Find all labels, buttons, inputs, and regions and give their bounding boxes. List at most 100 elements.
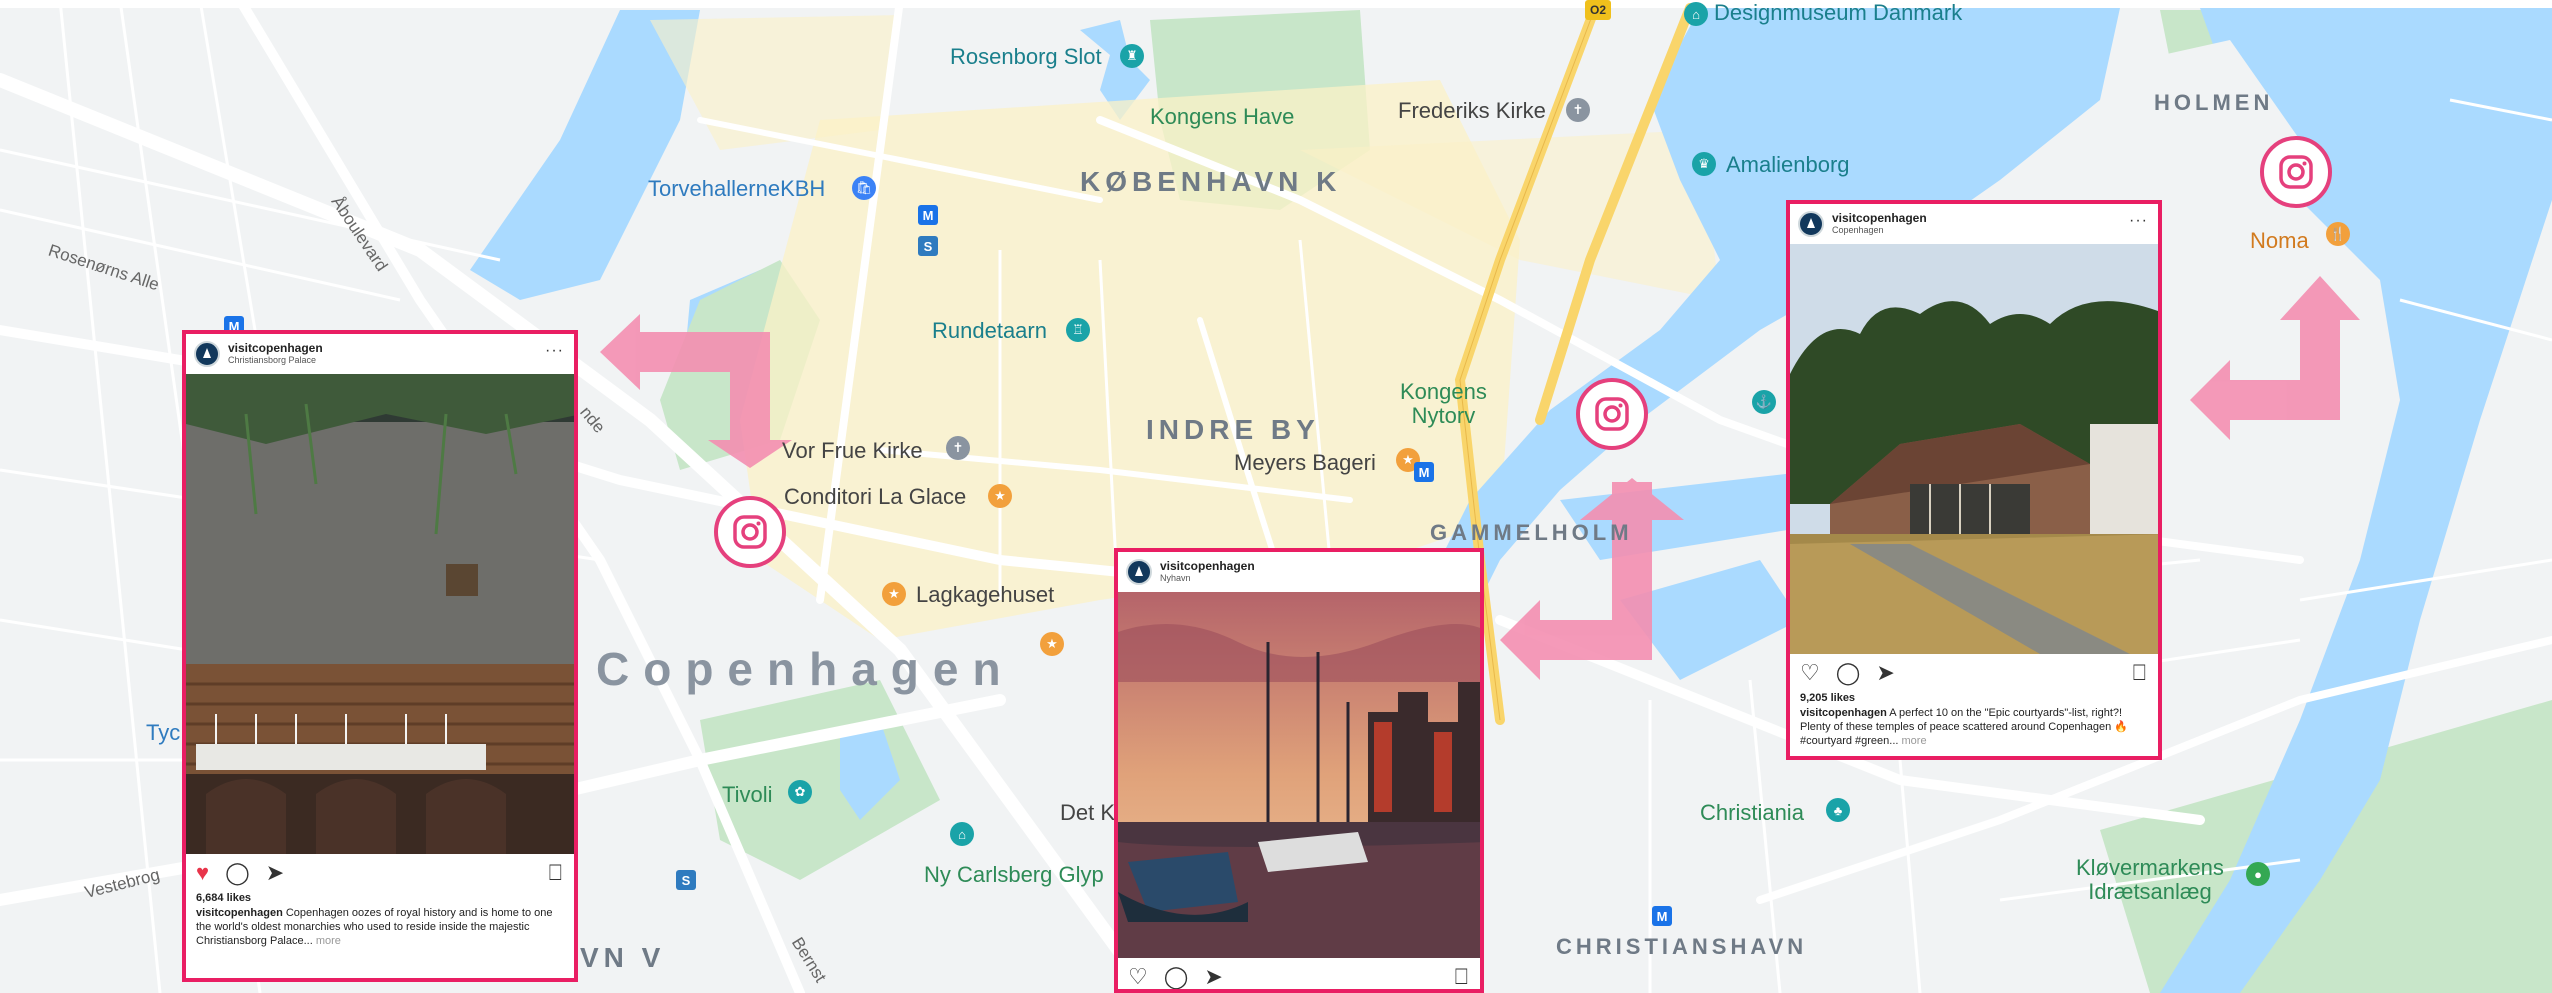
district-christianshavn-label: CHRISTIANSHAVN [1556,934,1808,959]
boat-icon[interactable]: ⚓ [1752,390,1776,414]
comment-icon[interactable]: ◯ [1836,662,1861,684]
post-location[interactable]: Copenhagen [1832,225,1927,236]
share-icon[interactable]: ➤ [266,862,284,884]
post-username[interactable]: visitcopenhagen [1832,212,1927,225]
more-options-icon[interactable]: ··· [2129,212,2148,230]
post-photo[interactable] [1118,592,1480,958]
metro-icon[interactable]: M [1414,462,1434,482]
comment-icon[interactable]: ◯ [1164,966,1189,988]
post-photo[interactable] [186,374,574,854]
avatar[interactable] [1126,559,1152,585]
post-username[interactable]: visitcopenhagen [1160,560,1255,573]
poi-det-k-label: Det K [1060,800,1116,825]
poi-torvehallerne[interactable]: TorvehallerneKBH [648,176,825,202]
post-caption: visitcopenhagen Copenhagen oozes of roya… [186,904,574,948]
metro-icon[interactable]: M [918,205,938,225]
poi-vor-frue[interactable]: Vor Frue Kirke [782,438,923,464]
poi-ny-carlsberg[interactable]: Ny Carlsberg Glyp [924,862,1104,888]
cafe-icon[interactable]: ★ [1040,632,1064,656]
post-likes[interactable]: 9,205 likes [1790,692,2158,704]
castle-icon[interactable]: ♜ [1120,44,1144,68]
instagram-post-courtyard[interactable]: visitcopenhagen Copenhagen ··· ♡ ◯ ➤ ⎕ 9… [1786,200,2162,760]
bookmark-icon[interactable]: ⎕ [2133,662,2146,684]
instagram-icon [1595,397,1629,431]
share-icon[interactable]: ➤ [1876,662,1894,684]
palace-icon[interactable]: ♛ [1692,152,1716,176]
cafe-icon[interactable]: ★ [988,484,1012,508]
district-kobenhavn-k: KØBENHAVN K [1080,166,1341,198]
poi-christiania[interactable]: Christiania [1700,800,1804,826]
train-icon[interactable]: S [676,870,696,890]
poi-meyers[interactable]: Meyers Bageri [1234,450,1376,476]
caption-username[interactable]: visitcopenhagen [196,907,283,919]
instagram-post-nyhavn[interactable]: visitcopenhagen Nyhavn ♡ ◯ ➤ ⎕ [1114,548,1484,993]
poi-frederiks[interactable]: Frederiks Kirke [1398,98,1546,124]
poi-la-glace[interactable]: Conditori La Glace [784,484,966,510]
park-icon[interactable]: ✿ [788,780,812,804]
instagram-marker[interactable] [714,496,786,568]
district-vn-v-label: VN V [580,942,666,973]
community-icon[interactable]: ♣ [1826,798,1850,822]
share-icon[interactable]: ➤ [1204,966,1222,988]
instagram-post-christiansborg[interactable]: visitcopenhagen Christiansborg Palace ··… [182,330,578,982]
poi-christiania-label: Christiania [1700,800,1804,825]
more-options-icon[interactable]: ··· [545,342,564,360]
comment-icon[interactable]: ◯ [225,862,250,884]
cafe-icon[interactable]: ★ [882,582,906,606]
bookmark-icon[interactable]: ⎕ [1455,966,1468,988]
church-icon[interactable]: ✝ [946,436,970,460]
shop-icon[interactable]: 🛍 [852,176,876,200]
restaurant-icon[interactable]: 🍴 [2326,222,2350,246]
tower-icon[interactable]: ♖ [1066,318,1090,342]
caption-username[interactable]: visitcopenhagen [1800,707,1887,719]
instagram-marker[interactable] [2260,136,2332,208]
caption-more-link[interactable]: more [316,935,341,947]
city-label: Copenhagen [596,642,1015,696]
metro-label: M [1656,908,1668,924]
map[interactable]: O2 Rosenborg Slot ♜ Kongens Have Frederi… [0,0,2552,993]
district-holmen-label: HOLMEN [2154,90,2274,115]
museum-icon[interactable]: ⌂ [1684,2,1708,26]
avatar[interactable] [1798,211,1824,237]
instagram-marker[interactable] [1576,378,1648,450]
like-heart-icon[interactable]: ♡ [1128,966,1148,988]
poi-designmuseum-label: Designmuseum Danmark [1714,0,1963,25]
museum-icon[interactable]: ⌂ [950,822,974,846]
poi-det-k[interactable]: Det K [1060,800,1115,826]
poi-rundetaarn[interactable]: Rundetaarn [932,318,1047,344]
poi-noma[interactable]: Noma [2250,228,2309,254]
poi-kongens-nytorv[interactable]: Kongens Nytorv [1400,380,1487,428]
poi-designmuseum[interactable]: Designmuseum Danmark [1714,0,1962,26]
poi-klovermarkens[interactable]: Kløvermarkens Idrætsanlæg [2076,856,2224,904]
poi-frederiks-label: Frederiks Kirke [1398,98,1546,123]
post-username[interactable]: visitcopenhagen [228,342,323,355]
poi-amalienborg[interactable]: Amalienborg [1726,152,1850,178]
poi-kongens-have-label: Kongens Have [1150,104,1295,129]
bookmark-icon[interactable]: ⎕ [549,862,562,884]
post-location[interactable]: Christiansborg Palace [228,355,323,366]
like-heart-icon[interactable]: ♡ [1800,662,1820,684]
avatar[interactable] [194,341,220,367]
metro-icon[interactable]: M [1652,906,1672,926]
poi-kongens-have[interactable]: Kongens Have [1150,104,1294,130]
poi-tivoli[interactable]: Tivoli [722,782,773,808]
poi-rosenborg[interactable]: Rosenborg Slot [950,44,1102,70]
district-indre-by-label: INDRE BY [1146,414,1320,445]
post-location[interactable]: Nyhavn [1160,573,1255,584]
train-icon[interactable]: S [918,236,938,256]
district-gammelholm: GAMMELHOLM [1430,520,1633,546]
post-photo[interactable] [1790,244,2158,654]
highway-shield-label: O2 [1589,3,1606,17]
stadium-icon[interactable]: ● [2246,862,2270,886]
like-heart-icon[interactable]: ♥ [196,862,209,884]
poi-lagkagehuset[interactable]: Lagkagehuset [916,582,1054,608]
poi-tyc-label: Tyc [146,720,181,745]
post-header: visitcopenhagen Nyhavn [1118,552,1480,592]
instagram-icon [733,515,767,549]
caption-more-link[interactable]: more [1902,735,1927,747]
poi-tyc[interactable]: Tyc [146,720,180,746]
poi-rosenborg-label: Rosenborg Slot [950,44,1102,69]
church-icon[interactable]: ✝ [1566,98,1590,122]
district-christianshavn: CHRISTIANSHAVN [1556,934,1807,960]
post-likes[interactable]: 6,684 likes [186,892,574,904]
